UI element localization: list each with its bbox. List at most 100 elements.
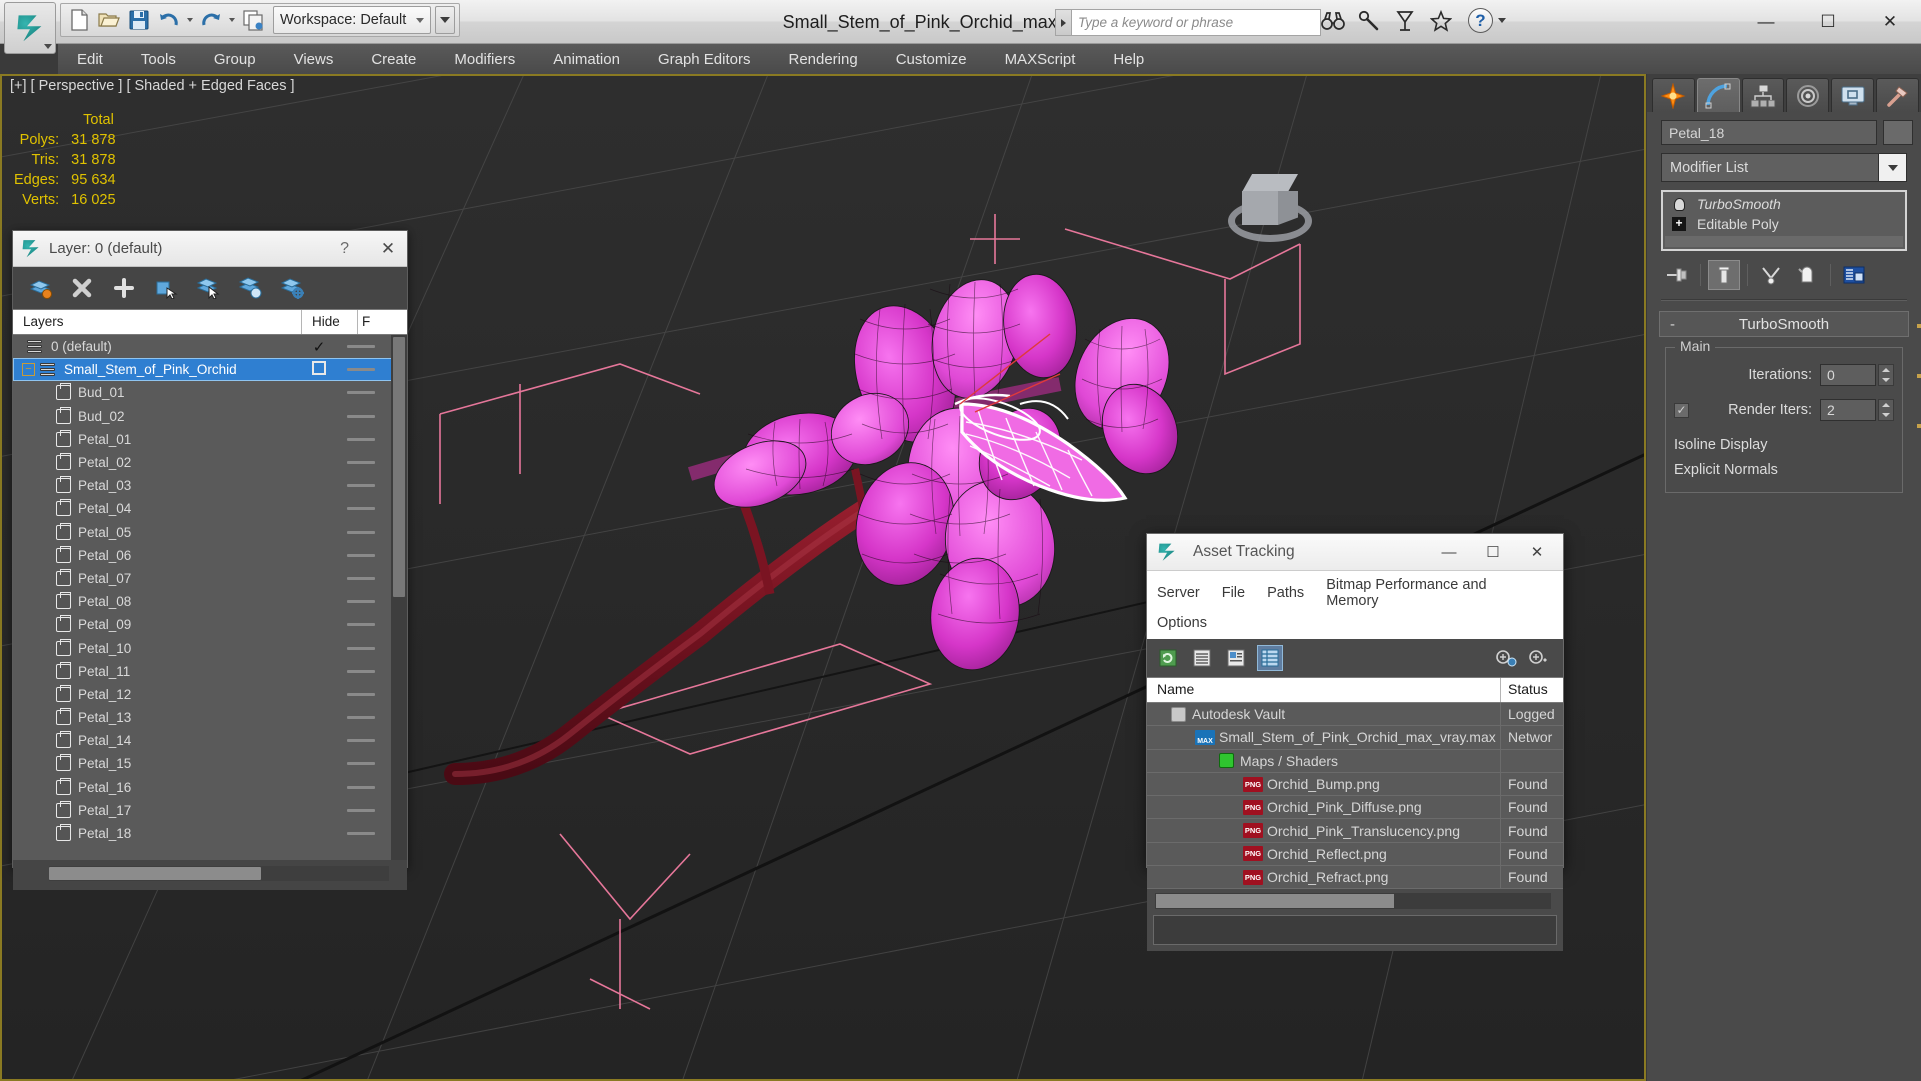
show-end-result-icon[interactable]	[1708, 260, 1740, 290]
menu-views[interactable]: Views	[275, 44, 353, 74]
save-icon[interactable]	[125, 6, 153, 34]
new-file-icon[interactable]	[65, 6, 93, 34]
object-color-swatch[interactable]	[1883, 120, 1913, 145]
wrench-icon[interactable]	[1356, 8, 1382, 34]
asset-row[interactable]: PNG Orchid_Refract.png Found	[1147, 866, 1563, 890]
pin-stack-icon[interactable]	[1661, 260, 1693, 290]
layer-list-scrollbar[interactable]	[391, 335, 407, 860]
chevron-down-icon[interactable]	[1878, 154, 1906, 181]
workspace-dropdown-icon[interactable]	[435, 6, 455, 34]
expander-collapse-icon[interactable]: −	[22, 363, 35, 377]
asset-tracking-dialog[interactable]: Asset Tracking — ☐ ✕ Server File Paths B…	[1146, 533, 1564, 952]
object-row[interactable]: Bud_02	[13, 405, 407, 428]
remove-modifier-icon[interactable]	[1791, 260, 1823, 290]
close-button[interactable]: ✕	[1859, 0, 1921, 44]
object-row[interactable]: Petal_13	[13, 706, 407, 729]
object-row[interactable]: Petal_06	[13, 544, 407, 567]
list-view-icon[interactable]	[1189, 645, 1215, 671]
help-button[interactable]: ?	[340, 240, 349, 258]
close-icon[interactable]: ✕	[377, 239, 399, 259]
main-menubar[interactable]: Edit Tools Group Views Create Modifiers …	[58, 44, 1921, 74]
layer-list-horizontal-scrollbar[interactable]	[49, 866, 389, 881]
hierarchy-tab[interactable]	[1741, 78, 1785, 112]
object-row[interactable]: Petal_16	[13, 776, 407, 799]
search-box[interactable]: Type a keyword or phrase	[1055, 9, 1321, 36]
render-iters-value[interactable]: 2	[1820, 399, 1876, 421]
open-file-icon[interactable]	[95, 6, 123, 34]
render-iters-row[interactable]: ✓ Render Iters: 2	[1674, 397, 1894, 423]
make-unique-icon[interactable]	[1755, 260, 1787, 290]
object-row[interactable]: Petal_05	[13, 521, 407, 544]
asset-tracking-menubar[interactable]: Server File Paths Bitmap Performance and…	[1147, 571, 1563, 639]
modifier-stack-toolbar[interactable]	[1661, 257, 1907, 293]
asset-row[interactable]: PNG Orchid_Bump.png Found	[1147, 772, 1563, 797]
light-bulb-icon[interactable]	[1671, 196, 1687, 212]
add-selection-to-layer-icon[interactable]	[111, 275, 137, 301]
menu-group[interactable]: Group	[195, 44, 275, 74]
utilities-tab[interactable]	[1876, 78, 1919, 112]
isoline-display-row[interactable]: Isoline Display	[1674, 432, 1894, 457]
object-row[interactable]: Petal_17	[13, 799, 407, 822]
command-panel[interactable]: Petal_18 Modifier List TurboSmooth + Edi…	[1646, 74, 1921, 1081]
search-input[interactable]: Type a keyword or phrase	[1071, 9, 1321, 36]
configure-modifier-sets-icon[interactable]	[1838, 260, 1870, 290]
modifier-list-dropdown[interactable]: Modifier List	[1661, 153, 1907, 182]
help-dropdown-icon[interactable]	[1498, 18, 1506, 23]
application-menu-button[interactable]	[4, 2, 56, 54]
delete-layer-icon[interactable]	[69, 275, 95, 301]
detail-view-icon[interactable]	[1257, 645, 1283, 671]
rollout-collapse-icon[interactable]: -	[1670, 316, 1675, 333]
maximize-button[interactable]: ☐	[1471, 534, 1515, 570]
iterations-value[interactable]: 0	[1820, 364, 1876, 386]
chevron-down-icon[interactable]	[44, 44, 52, 49]
render-iters-stepper[interactable]	[1878, 399, 1894, 421]
object-row[interactable]: Petal_18	[13, 822, 407, 845]
object-row[interactable]: Petal_04	[13, 497, 407, 520]
binoculars-icon[interactable]	[1320, 8, 1346, 34]
asset-row[interactable]: Maps / Shaders	[1147, 749, 1563, 773]
menu-create[interactable]: Create	[352, 44, 435, 74]
layer-dialog-titlebar[interactable]: Layer: 0 (default) ? ✕	[13, 231, 407, 267]
plus-box-icon[interactable]: +	[1671, 216, 1687, 232]
menu-edit[interactable]: Edit	[58, 44, 122, 74]
object-row[interactable]: Petal_02	[13, 451, 407, 474]
star-icon[interactable]	[1428, 8, 1454, 34]
asset-tracking-toolbar[interactable]	[1147, 639, 1563, 677]
object-row[interactable]: Petal_12	[13, 683, 407, 706]
object-name-field[interactable]: Petal_18	[1661, 120, 1877, 145]
minimize-button[interactable]: —	[1735, 0, 1797, 44]
layer-row[interactable]: 0 (default) ✓	[13, 335, 407, 358]
menu-rendering[interactable]: Rendering	[769, 44, 876, 74]
create-tab[interactable]	[1652, 78, 1695, 112]
render-iters-checkbox[interactable]: ✓	[1674, 402, 1689, 418]
object-row[interactable]: Bud_01	[13, 381, 407, 404]
object-row[interactable]: Petal_03	[13, 474, 407, 497]
explicit-normals-row[interactable]: Explicit Normals	[1674, 457, 1894, 482]
iterations-stepper[interactable]	[1878, 364, 1894, 386]
object-row[interactable]: Petal_11	[13, 660, 407, 683]
menu-bitmap-performance[interactable]: Bitmap Performance and Memory	[1326, 574, 1551, 612]
search-expand-icon[interactable]	[1055, 9, 1071, 36]
set-current-layer-icon[interactable]	[237, 275, 263, 301]
iterations-spinner[interactable]: 0	[1820, 364, 1894, 386]
menu-help[interactable]: Help	[1094, 44, 1163, 74]
menu-maxscript[interactable]: MAXScript	[986, 44, 1095, 74]
viewcube-icon[interactable]	[1220, 164, 1320, 254]
menu-options[interactable]: Options	[1157, 612, 1217, 634]
menu-paths[interactable]: Paths	[1267, 582, 1314, 604]
render-iters-spinner[interactable]: 2	[1820, 399, 1894, 421]
select-highlighted-layers-icon[interactable]	[195, 275, 221, 301]
asset-row[interactable]: PNG Orchid_Reflect.png Found	[1147, 842, 1563, 867]
menu-file[interactable]: File	[1222, 582, 1255, 604]
command-panel-tabs[interactable]	[1647, 74, 1921, 112]
redo-dropdown-icon[interactable]	[227, 18, 237, 22]
vault-settings-icon[interactable]	[1525, 645, 1551, 671]
object-row[interactable]: Petal_15	[13, 752, 407, 775]
scrollbar-thumb-horizontal[interactable]	[1156, 894, 1394, 909]
asset-row[interactable]: Autodesk Vault Logged	[1147, 703, 1563, 727]
vault-login-icon[interactable]	[1493, 645, 1519, 671]
motion-tab[interactable]	[1786, 78, 1830, 112]
undo-dropdown-icon[interactable]	[185, 18, 195, 22]
asset-row[interactable]: PNG Orchid_Pink_Translucency.png Found	[1147, 819, 1563, 843]
rollout-header[interactable]: - TurboSmooth	[1659, 311, 1909, 337]
